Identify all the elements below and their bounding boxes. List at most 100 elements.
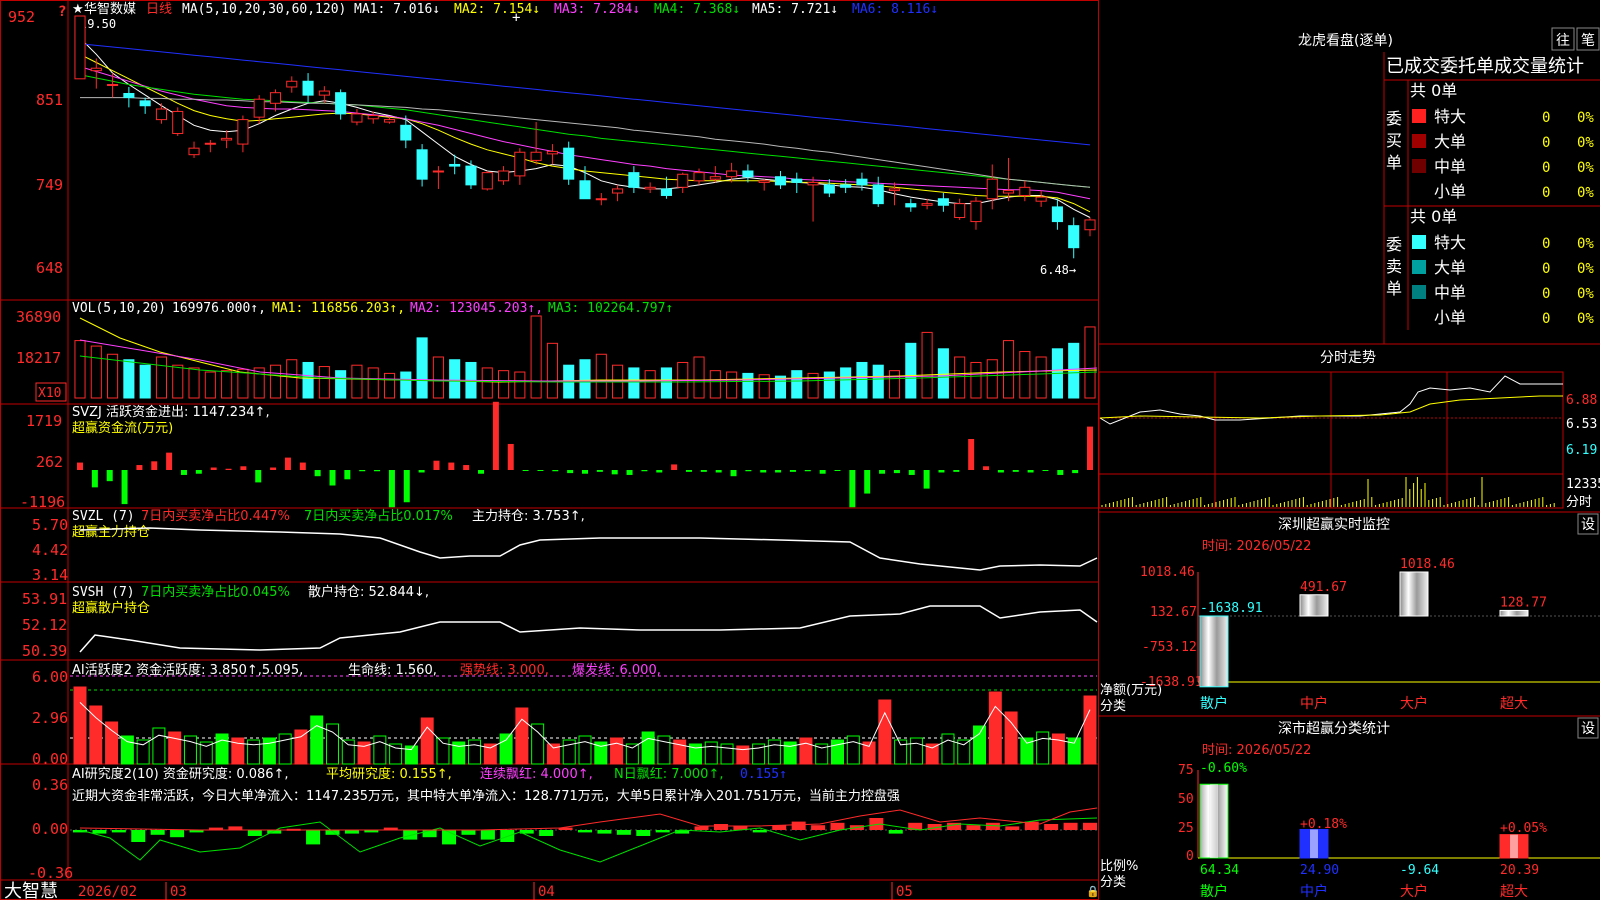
candle-body — [286, 80, 298, 88]
help-icon[interactable]: ? — [58, 4, 66, 20]
volume-bar — [628, 367, 640, 399]
svzj-bar — [374, 470, 381, 472]
svzj-tick-high: 1719 — [26, 412, 62, 430]
classify-settings-label: 设 — [1581, 721, 1595, 737]
svzj-bar — [255, 470, 262, 483]
ai2-tick-high: 0.36 — [32, 776, 68, 794]
svzj-bar — [121, 470, 128, 505]
svzj-bar — [596, 470, 603, 472]
ai1-bar — [846, 735, 860, 765]
volume-bar — [107, 353, 119, 399]
classify-tick-2: 50 — [1178, 792, 1194, 807]
btn-wang-label: 往 — [1556, 33, 1570, 49]
ai2-bar — [655, 830, 670, 833]
svzl-b: 7日内买卖净占比0.017% — [304, 508, 453, 524]
candle-body — [1035, 196, 1047, 202]
ai1-bar — [531, 723, 545, 765]
ai1-bar — [120, 735, 134, 765]
ai2-bar — [344, 830, 359, 834]
classify-top-label: +0.18% — [1300, 817, 1347, 832]
ai1-bar — [73, 686, 87, 765]
stock-star-icon[interactable]: ★ — [72, 2, 84, 17]
svzj-bar — [433, 460, 440, 470]
svzj-bar — [180, 470, 187, 475]
ai1-bar — [420, 717, 434, 765]
ai1-bar — [168, 731, 182, 765]
svzj-bar — [656, 470, 663, 473]
volume-bar — [351, 364, 363, 399]
volume-bar — [188, 367, 200, 399]
buy-label-1: 委 — [1386, 109, 1402, 128]
classify-bar-shine — [1510, 834, 1518, 858]
svzj-bar — [745, 470, 752, 472]
svzj-bar — [359, 470, 366, 472]
volume-bar — [954, 356, 966, 399]
ai2-bar — [752, 830, 767, 833]
candle-body — [758, 180, 770, 183]
monitor-settings-label: 设 — [1581, 517, 1595, 533]
svzj-bar — [1012, 470, 1019, 472]
ai2-bar — [150, 830, 165, 835]
candle-body — [1068, 225, 1080, 249]
candle-body — [400, 124, 412, 141]
ai2-red: 连续飘红: 4.000↑, — [480, 766, 593, 782]
ai2-bar — [830, 822, 845, 830]
candle-body — [74, 15, 86, 80]
stock-name[interactable]: 华智数媒 — [84, 2, 136, 17]
candle-body — [449, 163, 461, 167]
candle-body — [514, 151, 526, 177]
candle-body — [90, 67, 102, 72]
volume-bar — [237, 368, 249, 399]
monitor-tick-1: 1018.46 — [1140, 565, 1195, 580]
svzj-bar — [299, 462, 306, 470]
svzj-bar — [195, 470, 202, 474]
ma5-value: MA5: 7.721↓ — [752, 2, 838, 17]
classify-top-label: +0.05% — [1500, 821, 1547, 836]
volume-bar — [155, 356, 168, 399]
classify-panel: 深市超赢分类统计 设 时间: 2026/05/22 75 50 25 0 比例%… — [1100, 717, 1600, 900]
ai1-life: 生命线: 1.560, — [348, 662, 437, 678]
period-label[interactable]: 日线 — [146, 2, 172, 17]
svzj-bar — [314, 470, 321, 477]
candle-body — [644, 186, 656, 190]
vol-unit: X10 — [38, 386, 61, 401]
row-count: 0 — [1542, 236, 1550, 252]
lock-icon[interactable]: 🔒 — [1086, 885, 1100, 898]
ai2-bar — [1083, 822, 1097, 830]
ma-params: MA(5,10,20,30,60,120) — [182, 2, 346, 17]
date-label-2: 03 — [170, 884, 187, 900]
candle-body — [954, 203, 966, 218]
volume-bar — [514, 371, 526, 399]
monitor-bar — [1499, 609, 1529, 617]
candle-body — [465, 165, 477, 186]
candle-body — [1084, 219, 1096, 231]
classify-cat: 散户 — [1200, 883, 1228, 900]
volume-bar — [872, 364, 884, 399]
row-count: 0 — [1542, 286, 1550, 302]
ai2-bar — [111, 830, 126, 833]
svzj-bar — [819, 470, 826, 474]
ai1-bar — [373, 735, 387, 765]
candle-body — [237, 119, 249, 145]
row-count: 0 — [1542, 135, 1550, 151]
volume-bar — [742, 372, 754, 399]
svzj-bar — [1057, 470, 1064, 475]
volume-bar — [970, 361, 982, 399]
ai2-bar — [306, 830, 321, 845]
svzl-line — [79, 527, 1098, 571]
candle-body — [1002, 190, 1015, 194]
volume-bar — [318, 366, 330, 399]
monitor-bar-label: 491.67 — [1300, 580, 1347, 595]
vol-tick-high: 36890 — [16, 308, 61, 326]
vol-ma1: MA1: 116856.203↑, — [272, 301, 405, 316]
volume-bar — [905, 342, 917, 399]
classify-cat: 中户 — [1300, 883, 1328, 900]
svzj-bar — [388, 470, 395, 508]
svsh-tick-low: 50.39 — [22, 642, 67, 660]
ai2-bar — [791, 821, 806, 830]
volume-bar — [497, 370, 510, 399]
volume-bar — [90, 345, 102, 399]
classify-time: 时间: 2026/05/22 — [1202, 743, 1311, 758]
svzj-bar — [789, 470, 796, 472]
volume-bar — [367, 367, 379, 399]
